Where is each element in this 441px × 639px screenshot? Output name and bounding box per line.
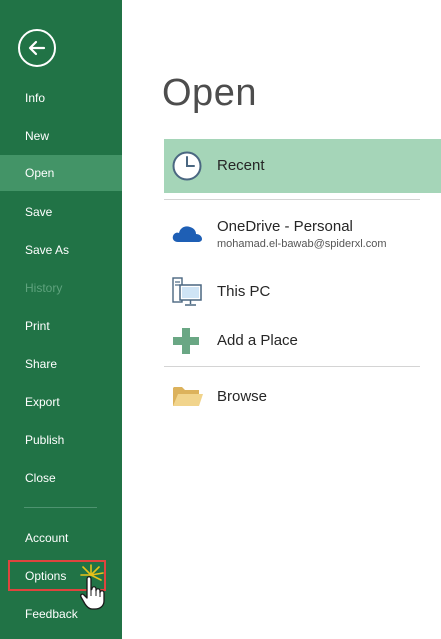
sidebar-item-label: Export [25, 395, 60, 409]
location-recent[interactable]: Recent [164, 139, 441, 193]
sidebar-item-label: History [25, 281, 63, 295]
sidebar-item-publish[interactable]: Publish [0, 422, 122, 458]
plus-icon [172, 327, 200, 355]
sidebar-item-close[interactable]: Close [0, 460, 122, 496]
sidebar-item-save[interactable]: Save [0, 194, 122, 230]
sidebar-item-label: Share [25, 357, 58, 371]
sidebar-item-label: Print [25, 319, 50, 333]
sidebar-item-label: Open [25, 166, 55, 180]
sidebar-item-label: Info [25, 91, 46, 105]
sidebar-item-export[interactable]: Export [0, 384, 122, 420]
location-label: Add a Place [217, 332, 298, 349]
cloud-icon [171, 222, 203, 244]
sidebar-item-new[interactable]: New [0, 118, 122, 154]
sidebar-divider [24, 507, 97, 508]
sidebar-item-label: Options [25, 569, 67, 583]
arrow-left-icon [28, 40, 46, 56]
sidebar-item-account[interactable]: Account [0, 520, 122, 556]
location-onedrive[interactable]: OneDrive - Personal mohamad.el-bawab@spi… [164, 212, 441, 256]
location-add-place[interactable]: Add a Place [164, 324, 441, 358]
folder-icon [172, 384, 204, 408]
sidebar-item-options[interactable]: Options [0, 558, 122, 594]
sidebar-item-label: Account [25, 531, 69, 545]
location-label: This PC [217, 283, 271, 300]
location-label: Browse [217, 388, 268, 405]
location-separator [164, 199, 420, 200]
location-separator [164, 366, 420, 367]
sidebar-item-label: Save [25, 205, 53, 219]
location-this-pc[interactable]: This PC [164, 274, 441, 310]
sidebar-item-history: History [0, 270, 122, 306]
sidebar-item-label: Save As [25, 243, 70, 257]
sidebar-item-share[interactable]: Share [0, 346, 122, 382]
sidebar-item-info[interactable]: Info [0, 80, 122, 116]
computer-icon [171, 276, 203, 308]
sidebar-item-save-as[interactable]: Save As [0, 232, 122, 268]
sidebar-item-feedback[interactable]: Feedback [0, 596, 122, 632]
sidebar-item-label: Publish [25, 433, 65, 447]
location-label: OneDrive - Personal [217, 218, 353, 235]
location-account-email: mohamad.el-bawab@spiderxl.com [217, 238, 387, 250]
sidebar-item-print[interactable]: Print [0, 308, 122, 344]
sidebar-item-open[interactable]: Open [0, 155, 122, 191]
clock-icon [171, 150, 203, 182]
back-button[interactable] [18, 29, 56, 67]
page-title: Open [162, 72, 257, 114]
sidebar-item-label: Close [25, 471, 56, 485]
location-label: Recent [217, 157, 265, 174]
sidebar-item-label: Feedback [25, 607, 78, 621]
location-browse[interactable]: Browse [164, 380, 441, 412]
sidebar-item-label: New [25, 129, 50, 143]
backstage-sidebar: Info New Open Save Save As History Print… [0, 0, 122, 639]
